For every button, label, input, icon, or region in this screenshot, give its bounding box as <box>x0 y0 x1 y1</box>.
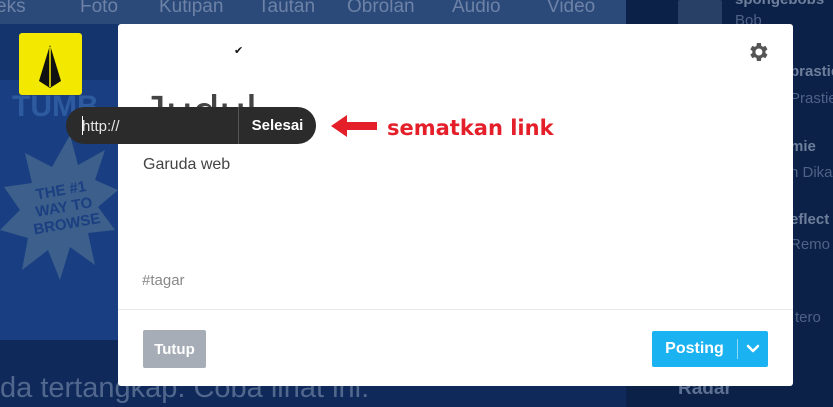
post-type-tabs: eks Foto Kutipan Tautan Obrolan Audio Vi… <box>0 0 626 24</box>
chevron-down-icon[interactable] <box>738 331 768 367</box>
post-body-field[interactable]: Garuda web <box>143 156 230 174</box>
sidebar-blog-name[interactable]: brastie <box>790 63 833 80</box>
sidebar-blog-name[interactable]: mie <box>790 138 816 155</box>
link-embed-popover: Selesai <box>66 107 316 144</box>
post-button[interactable]: Posting <box>652 331 737 367</box>
arrow-left-icon <box>331 115 377 137</box>
sidebar-blog-name[interactable]: eflect <box>790 211 829 228</box>
check-icon: ✔ <box>234 45 244 57</box>
avatar[interactable] <box>19 33 82 95</box>
tab-chat[interactable]: Obrolan <box>347 0 415 18</box>
close-button[interactable]: Tutup <box>143 330 206 368</box>
tab-text[interactable]: eks <box>0 0 26 18</box>
annotation-label: sematkan link <box>387 116 554 140</box>
post-composer-dialog: ✔ Judul Garuda web #tagar Tutup Posting <box>118 24 793 386</box>
sidebar-blog-sub: Prastie <box>790 90 833 107</box>
link-url-input[interactable] <box>82 115 232 137</box>
sidebar-blog-sub: n Dika <box>790 164 833 181</box>
tab-quote[interactable]: Kutipan <box>159 0 223 18</box>
sidebar-blog-sub: Remo <box>790 236 831 253</box>
sidebar-blog-name[interactable]: spongebobs <box>735 0 824 8</box>
gear-icon[interactable] <box>746 40 770 64</box>
tab-video[interactable]: Video <box>547 0 595 18</box>
done-button[interactable]: Selesai <box>239 107 316 144</box>
blog-logo-icon <box>39 45 61 88</box>
tags-input[interactable]: #tagar <box>142 272 185 289</box>
post-button-group: Posting <box>652 331 768 367</box>
sidebar-link[interactable]: tero <box>795 309 821 326</box>
tab-photo[interactable]: Foto <box>80 0 118 18</box>
composer-footer: Tutup Posting <box>118 309 793 386</box>
tab-audio[interactable]: Audio <box>452 0 501 18</box>
tab-link[interactable]: Tautan <box>258 0 315 18</box>
text-cursor <box>82 116 83 135</box>
